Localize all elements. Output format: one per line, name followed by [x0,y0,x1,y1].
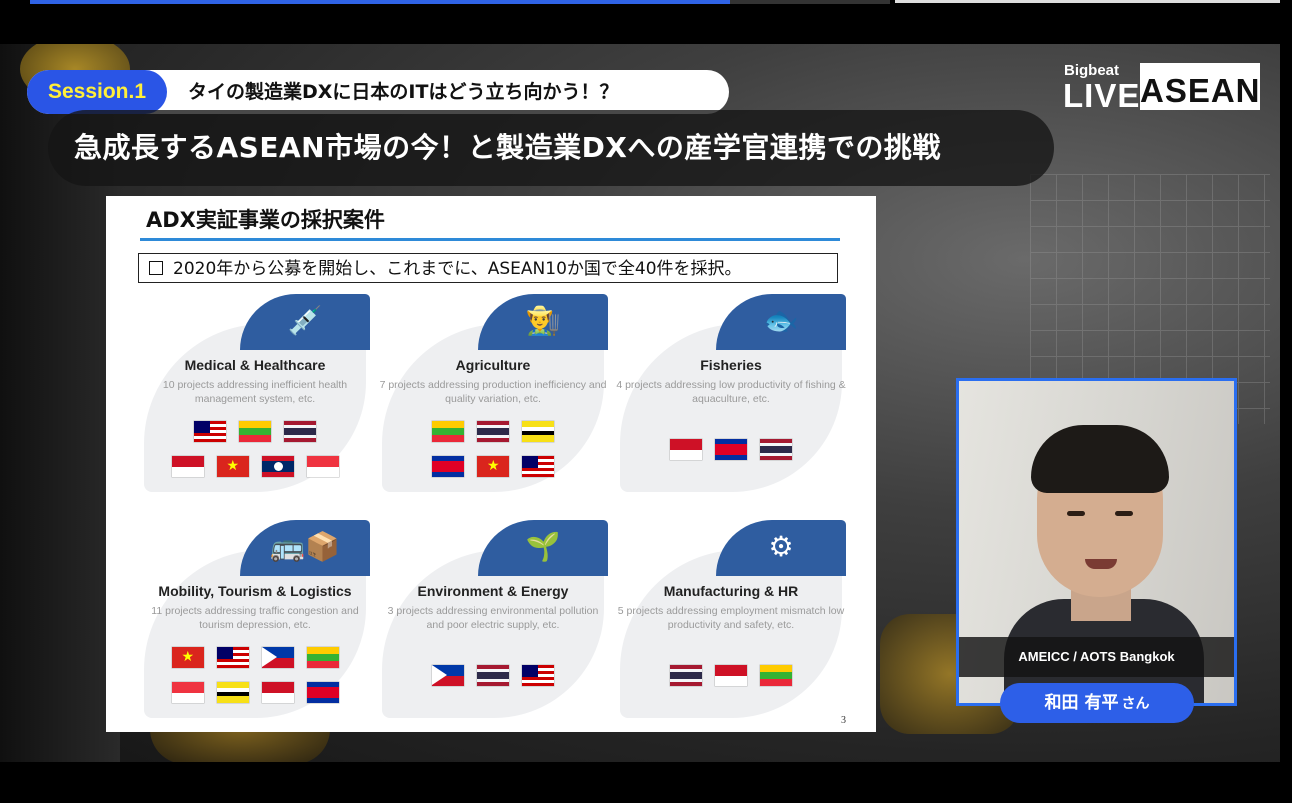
card-title: Manufacturing & HR [663,583,799,599]
brand-asean: ASEAN [1140,63,1260,110]
flag-row [616,439,846,460]
slide-title: ADX実証事業の採択案件 [146,208,385,232]
flag-brunei-icon [216,682,249,703]
flag-thailand-icon [284,421,316,442]
checkbox-icon [149,261,163,275]
flag-myanmar-icon [306,647,339,668]
speaker-organization: AMEICC / AOTS Bangkok [959,637,1234,677]
flag-philippines-icon [432,665,464,686]
bus-box-icon: 🚌📦 [270,530,340,563]
sector-card: 🐟 Fisheries 4 projects addressing low prod… [616,294,846,494]
flag-malaysia-icon [216,647,249,668]
card-description: 10 projects addressing inefficient healt… [162,379,348,405]
flag-brunei-icon [522,421,554,442]
fish-hook-icon: 🐟 [763,304,799,337]
sector-card: 🚌📦 Mobility, Tourism & Logistics 11 projec… [140,520,370,720]
flag-row [378,421,608,442]
card-title: Environment & Energy [417,583,569,599]
main-title: 急成長するASEAN市場の今！と製造業DXへの産学官連携での挑戦 [74,131,941,164]
flag-cambodia-icon [432,456,464,477]
flag-row [140,421,370,442]
card-title: Fisheries [700,357,762,373]
flag-row [616,665,846,686]
flag-cambodia-icon [306,682,339,703]
top-strip-grey-segment [730,0,890,4]
card-title: Medical & Healthcare [184,357,326,373]
sector-card: 💉 Medical & Healthcare 10 projects address… [140,294,370,494]
flag-myanmar-icon [760,665,792,686]
slide-page-number: 3 [841,715,846,726]
flag-myanmar-icon [432,421,464,442]
flag-indonesia-icon [670,439,702,460]
flag-row: ★ [140,456,370,477]
card-description: 11 projects addressing traffic congestio… [151,605,359,631]
flag-indonesia-icon [715,665,747,686]
flag-malaysia-icon [522,665,554,686]
flag-thailand-icon [477,665,509,686]
slide-title-rule [140,238,840,241]
flag-thailand-icon [670,665,702,686]
card-badge: ⚙ [716,520,846,576]
flag-thailand-icon [477,421,509,442]
flag-indonesia-icon [261,682,294,703]
flag-malaysia-icon [194,421,226,442]
speaker-honorific: さん [1121,696,1150,712]
gear-icon: ⚙ [768,530,794,563]
session-tag: Session.1 [27,70,167,114]
card-badge: 👨‍🌾 [478,294,608,350]
card-description: 3 projects addressing environmental poll… [387,605,599,631]
card-description: 5 projects addressing employment mismatc… [617,605,845,631]
flag-singapore-icon [306,456,339,477]
speaker-name-pill: 和田 有平 さん [1000,683,1194,723]
card-title: Mobility, Tourism & Logistics [158,583,352,599]
top-strip-blue-segment [30,0,730,4]
syringe-icon: 💉 [287,304,323,337]
farmer-icon: 👨‍🌾 [525,304,561,337]
flag-singapore-icon [171,682,204,703]
speaker-name: 和田 有平 [1044,693,1119,713]
sector-card: ⚙ Manufacturing & HR 5 projects addressing… [616,520,846,720]
card-description: 4 projects addressing low productivity o… [616,379,846,405]
sector-card: 🌱 Environment & Energy 3 projects addressi… [378,520,608,720]
top-strip-white-segment [895,0,1280,3]
bottom-bar [0,762,1292,803]
flag-vietnam-icon: ★ [477,456,509,477]
card-badge: 🌱 [478,520,608,576]
flag-myanmar-icon [239,421,271,442]
flag-indonesia-icon [171,456,204,477]
presentation-slide: ADX実証事業の採択案件 2020年から公募を開始し、これまでに、ASEAN10… [106,196,876,732]
session-subtitle: タイの製造業DXに日本のITはどう立ち向かう！？ [188,81,619,103]
card-badge: 🚌📦 [240,520,370,576]
flag-philippines-icon [261,647,294,668]
flag-malaysia-icon [522,456,554,477]
slide-summary: 2020年から公募を開始し、これまでに、ASEAN10か国で全40件を採択。 [173,259,742,279]
speaker-video: AMEICC / AOTS Bangkok [956,378,1237,706]
flag-row: ★ [140,647,370,668]
flag-row: ★ [378,456,608,477]
top-strip [0,0,1292,44]
flag-row [378,665,608,686]
flag-thailand-icon [760,439,792,460]
flag-cambodia-icon [715,439,747,460]
plant-hand-icon: 🌱 [525,530,561,563]
card-title: Agriculture [455,357,531,373]
flag-laos-icon [261,456,294,477]
brand-live: LIVE [1063,77,1141,114]
card-badge: 💉 [240,294,370,350]
slide-summary-box: 2020年から公募を開始し、これまでに、ASEAN10か国で全40件を採択。 [138,253,838,283]
flag-row [140,682,370,703]
flag-vietnam-icon: ★ [216,456,249,477]
flag-vietnam-icon: ★ [171,647,204,668]
sector-card: 👨‍🌾 Agriculture 7 projects addressing prod… [378,294,608,494]
card-badge: 🐟 [716,294,846,350]
card-description: 7 projects addressing production ineffic… [379,379,607,405]
